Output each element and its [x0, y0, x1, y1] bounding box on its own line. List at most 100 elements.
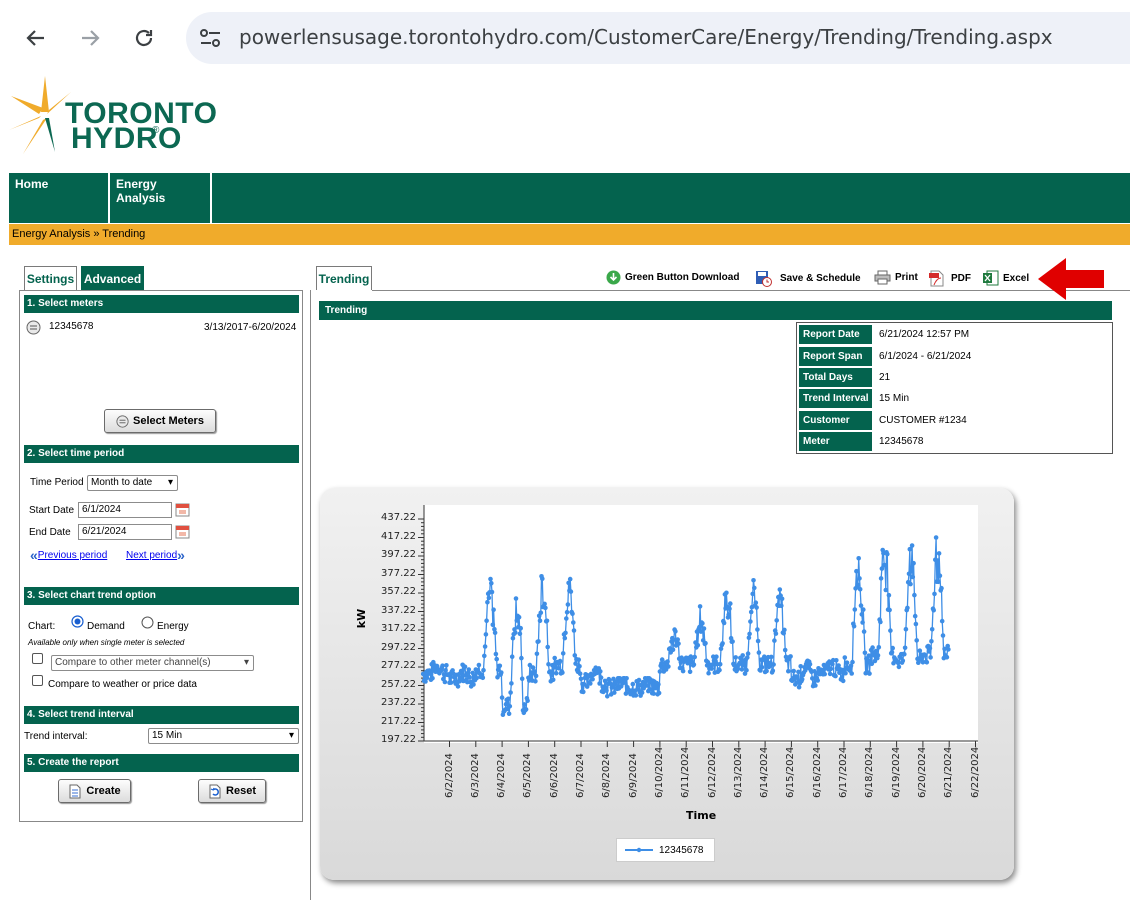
series-point: [796, 669, 801, 675]
series-point: [513, 630, 518, 635]
series-point: [779, 603, 784, 609]
series-point: [813, 683, 818, 688]
series-line-12345678: [422, 537, 950, 715]
series-point: [480, 675, 486, 681]
series-point: [691, 662, 697, 667]
series-point: [486, 595, 492, 601]
series-point: [481, 667, 486, 673]
series-point: [493, 651, 499, 657]
series-point: [909, 543, 915, 548]
series-point: [782, 627, 787, 633]
series-point: [855, 582, 861, 588]
series-point: [878, 619, 883, 625]
series-point: [810, 676, 815, 681]
series-point: [651, 691, 656, 696]
series-point: [714, 654, 719, 659]
series-point: [936, 579, 941, 585]
series-point: [489, 589, 495, 595]
series-point: [604, 688, 609, 693]
series-point: [717, 667, 722, 673]
series-point: [935, 558, 940, 563]
series-point: [900, 658, 906, 663]
series-point: [492, 630, 498, 635]
series-point: [928, 655, 933, 660]
series-point: [484, 618, 489, 623]
series-point: [598, 669, 603, 674]
series-point: [887, 607, 892, 613]
series-point: [462, 664, 468, 670]
series-point: [571, 620, 576, 625]
series-point: [564, 609, 570, 615]
series-point: [748, 619, 753, 624]
series-point: [843, 670, 848, 676]
series-point: [744, 667, 749, 673]
series-point: [656, 682, 661, 687]
series-point: [866, 653, 872, 658]
series-point: [774, 618, 779, 623]
series-point: [834, 658, 839, 663]
series-point: [700, 621, 705, 626]
series-point: [870, 645, 875, 650]
series-point: [697, 604, 703, 609]
series-point: [770, 668, 776, 674]
series-point: [692, 654, 697, 660]
series-point: [701, 626, 707, 631]
series-point: [862, 650, 868, 656]
series-point: [773, 631, 779, 636]
series-point: [857, 587, 863, 592]
series-point: [676, 641, 681, 646]
series-point: [830, 661, 835, 667]
series-point: [911, 560, 916, 566]
series-point: [912, 613, 918, 619]
series-point: [717, 661, 723, 667]
series-point: [939, 585, 944, 591]
series-point: [665, 659, 670, 664]
series-point: [726, 612, 731, 617]
series-point: [924, 660, 930, 665]
series-point: [571, 628, 577, 633]
series-point: [550, 677, 556, 683]
series-point: [728, 601, 733, 606]
series-point: [939, 618, 945, 624]
series-point: [533, 673, 539, 679]
series-point: [673, 629, 678, 634]
series-point: [552, 655, 557, 661]
series-point: [695, 643, 701, 648]
series-point: [506, 711, 512, 716]
series-point: [675, 637, 680, 642]
series-point: [936, 551, 942, 556]
series-point: [577, 664, 582, 669]
series-point: [536, 639, 541, 644]
series-point: [482, 644, 488, 649]
series-point: [944, 655, 950, 660]
series-point: [455, 684, 461, 689]
series-point: [895, 660, 901, 666]
series-point: [482, 653, 487, 659]
series-point: [562, 635, 568, 641]
series-point: [687, 669, 693, 675]
series-point: [510, 635, 516, 641]
series-point: [578, 676, 584, 682]
series-point: [772, 638, 777, 643]
series-point: [509, 681, 514, 686]
series-point: [753, 600, 759, 605]
series-point: [822, 671, 827, 677]
series-point: [565, 602, 571, 607]
series-point: [612, 690, 617, 695]
series-point: [890, 645, 895, 651]
series-point: [931, 607, 936, 613]
series-point: [430, 676, 435, 681]
series-point: [497, 663, 503, 669]
series-point: [903, 626, 909, 632]
series-point: [876, 645, 882, 650]
series-point: [537, 618, 543, 624]
series-point: [828, 666, 834, 672]
series-point: [563, 630, 568, 636]
series-point: [656, 690, 662, 696]
series-point: [914, 638, 919, 643]
series-point: [739, 667, 745, 672]
series-point: [799, 677, 805, 682]
series-point: [807, 662, 813, 667]
series-point: [769, 654, 774, 660]
series-point: [730, 639, 735, 644]
